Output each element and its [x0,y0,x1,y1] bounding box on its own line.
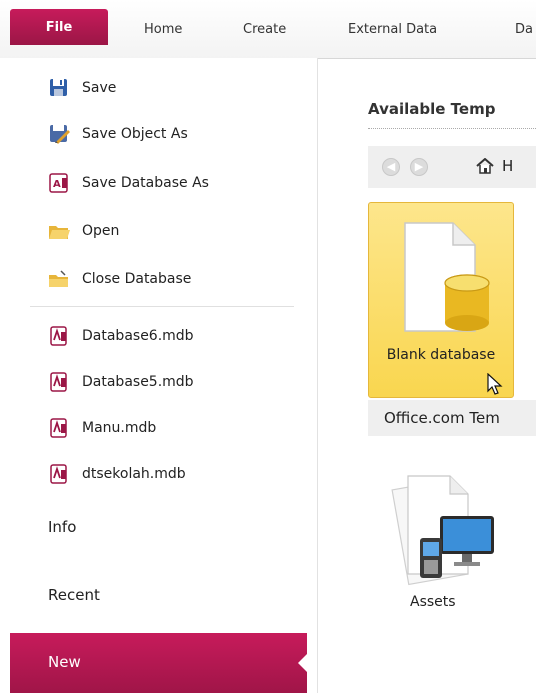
blank-database-tile[interactable]: Blank database [368,202,514,398]
save-database-as-command[interactable]: A Save Database As [10,168,310,198]
office-templates-label: Office.com Tem [384,409,500,427]
save-command[interactable]: Save [10,73,310,103]
access-file-icon [48,464,70,484]
available-templates-heading: Available Temp [368,100,496,118]
access-file-icon [48,326,70,346]
back-arrow-icon[interactable]: ◀ [382,158,400,176]
access-file-icon [48,372,70,392]
tab-file[interactable]: File [10,9,108,45]
nav-new-label: New [48,653,81,671]
close-database-label: Close Database [82,271,192,287]
nav-recent[interactable]: Recent [48,586,100,604]
save-icon [48,78,70,98]
nav-info[interactable]: Info [48,518,76,536]
home-icon[interactable] [476,157,494,174]
recent-file-item[interactable]: Database6.mdb [10,321,310,351]
tab-external-data[interactable]: External Data [348,18,437,42]
open-label: Open [82,223,120,239]
save-label: Save [82,80,117,96]
mouse-cursor-icon [487,373,503,395]
close-database-icon [48,269,70,289]
recent-file-item[interactable]: Manu.mdb [10,413,310,443]
close-database-command[interactable]: Close Database [10,264,310,294]
recent-file-item[interactable]: dtsekolah.mdb [10,459,310,489]
office-templates-bar: Office.com Tem [368,400,536,436]
tab-database-tools[interactable]: Da [515,18,533,42]
save-database-as-label: Save Database As [82,175,209,191]
backstage-nav-pane: Save Save Object As A Save Database As O… [0,58,318,693]
forward-arrow-icon[interactable]: ▶ [410,158,428,176]
blank-database-label: Blank database [386,347,496,363]
recent-file-item[interactable]: Database5.mdb [10,367,310,397]
open-command[interactable]: Open [10,216,310,246]
access-file-icon [48,418,70,438]
template-nav-strip: ◀ ▶ H [368,146,536,188]
assets-template-icon[interactable] [382,466,500,588]
new-backstage-content: Available Temp ◀ ▶ H Blank database Offi… [318,58,536,693]
nav-new[interactable]: New [10,633,308,693]
assets-template-label[interactable]: Assets [410,594,456,610]
save-object-as-label: Save Object As [82,126,188,142]
home-breadcrumb[interactable]: H [502,157,513,175]
recent-file-label: dtsekolah.mdb [82,466,186,482]
save-object-as-command[interactable]: Save Object As [10,119,310,149]
dotted-divider [368,128,536,129]
ribbon-tab-bar: File Home Create External Data Da [0,0,536,59]
save-object-as-icon [48,124,70,144]
selected-notch [298,653,308,673]
tab-create[interactable]: Create [243,18,286,42]
open-folder-icon [48,221,70,241]
blank-database-icon [404,222,490,332]
recent-file-label: Database6.mdb [82,328,194,344]
svg-text:A: A [53,179,61,190]
save-database-as-icon: A [48,173,70,193]
separator [30,306,294,307]
recent-file-label: Database5.mdb [82,374,194,390]
tab-home[interactable]: Home [144,18,182,42]
recent-file-label: Manu.mdb [82,420,157,436]
